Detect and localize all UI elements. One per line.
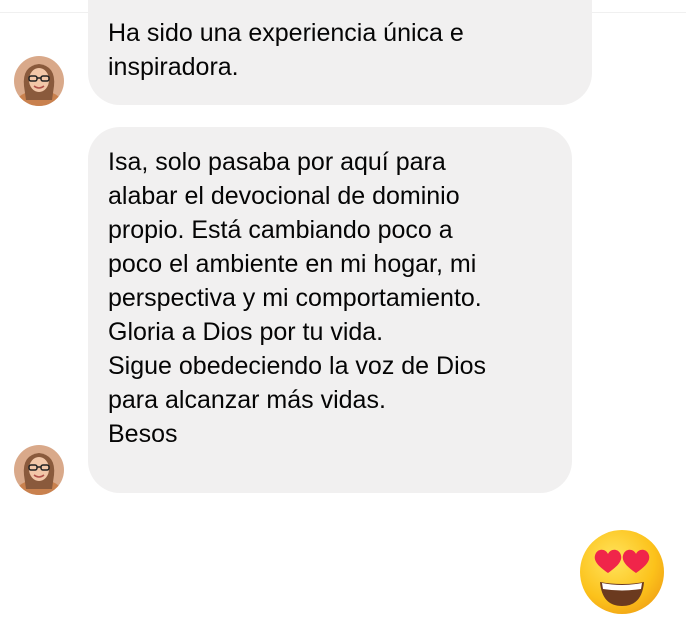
message-bubble[interactable]: Ha sido una experiencia única e inspirad… [88,0,592,105]
sender-avatar[interactable] [14,56,64,106]
message-bubble[interactable]: Isa, solo pasaba por aquí para alabar el… [88,127,572,493]
message-text-line: Ha sido una experiencia única e [108,19,464,47]
emoji-graphic [580,530,664,614]
avatar-photo-icon [14,56,64,106]
message-text-line: Isa, solo pasaba por aquí para [108,148,446,176]
avatar-photo-icon [14,445,64,495]
message-text-line: para alcanzar más vidas. [108,386,386,414]
message-text-line: inspiradora. [108,53,239,81]
sender-avatar[interactable] [14,445,64,495]
message-text-line: perspectiva y mi comportamiento. [108,284,482,312]
message-text-line: poco el ambiente en mi hogar, mi [108,250,477,278]
message-text-line: Sigue obedeciendo la voz de Dios [108,352,487,380]
message-text-line: Gloria a Dios por tu vida. [108,318,384,346]
message-text-line: propio. Está cambiando poco a [108,216,453,244]
message-text-line: Besos [108,420,178,448]
heart-eyes-emoji-icon[interactable] [578,528,666,616]
message-text-line: alabar el devocional de dominio [108,182,460,210]
